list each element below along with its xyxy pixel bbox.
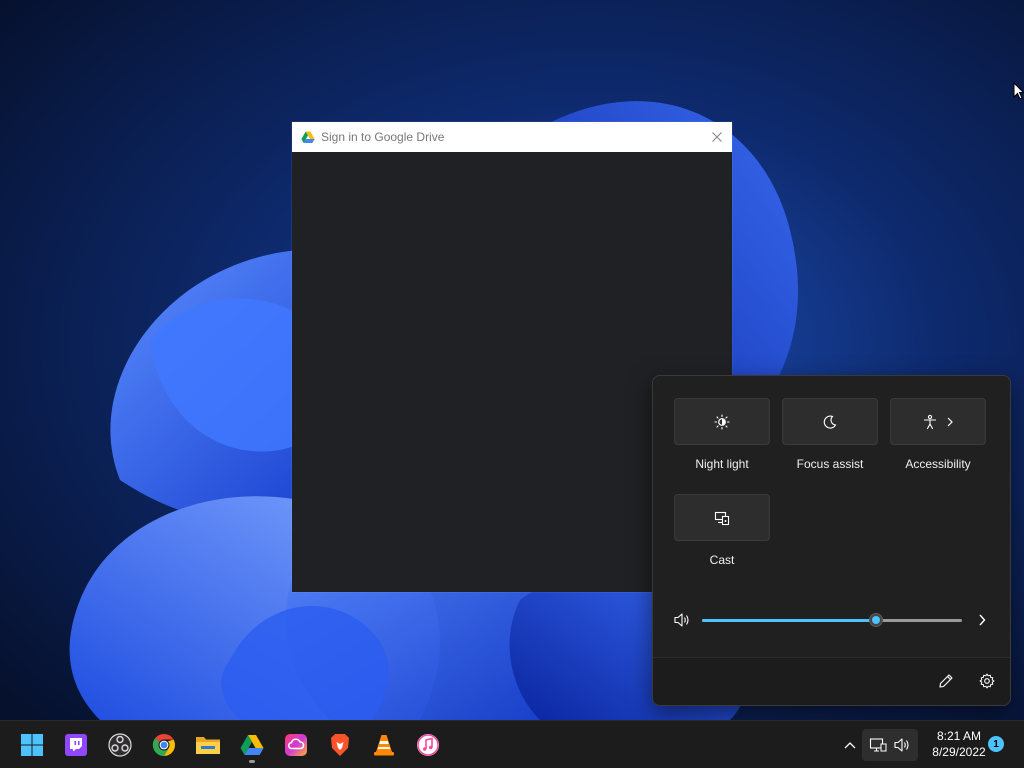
dialog-close-button[interactable] [702,122,732,152]
accessibility-icon [923,414,937,429]
taskbar: 8:21 AM 8/29/2022 [0,720,1024,768]
mouse-cursor-icon [1013,82,1024,100]
brave-icon [331,734,349,756]
google-drive-icon [301,131,315,143]
google-drive-icon [240,735,264,755]
volume-mute-button[interactable] [670,608,694,632]
taskbar-app-itunes[interactable] [412,729,444,761]
start-button[interactable] [16,729,48,761]
running-indicator [249,760,255,763]
close-icon [712,132,722,142]
vlc-icon [374,735,394,756]
chrome-icon [152,733,175,757]
audio-output-button[interactable] [970,608,994,632]
speaker-icon [894,738,909,752]
volume-slider-track[interactable] [702,613,962,627]
notification-count-badge[interactable]: 1 [988,736,1004,752]
focus-assist-label: Focus assist [796,457,864,471]
dialog-title: Sign in to Google Drive [321,130,445,144]
volume-slider-fill [702,619,877,622]
taskbar-app-google-drive[interactable] [236,729,268,763]
accessibility-tile[interactable] [890,398,986,445]
quick-settings-footer [653,657,1010,705]
night-light-icon [714,413,730,430]
taskbar-app-brave[interactable] [324,729,356,761]
cast-icon [714,511,730,525]
all-settings-button[interactable] [975,669,999,693]
cast-label: Cast [709,553,735,567]
taskbar-app-creative-cloud[interactable] [280,729,312,761]
chevron-right-icon [979,614,986,626]
itunes-icon [417,734,439,756]
edit-quick-settings-button[interactable] [934,669,958,693]
volume-row [653,608,1010,632]
taskbar-app-file-explorer[interactable] [192,729,224,761]
night-light-label: Night light [695,457,749,471]
quick-settings-panel: Night light Focus assist Accessibility C… [652,375,1011,706]
chevron-up-icon [844,742,856,749]
creative-cloud-icon [285,734,307,756]
focus-assist-tile[interactable] [782,398,878,445]
dialog-titlebar[interactable]: Sign in to Google Drive [292,122,732,152]
tray-overflow-button[interactable] [839,729,861,761]
taskbar-app-twitch[interactable] [60,729,92,761]
speaker-icon [674,613,689,627]
accessibility-label: Accessibility [905,457,971,471]
network-volume-tray-button[interactable] [862,729,918,761]
cast-tile[interactable] [674,494,770,541]
obs-icon [108,733,132,757]
chevron-right-icon [947,417,953,426]
twitch-icon [65,734,87,756]
taskbar-app-vlc[interactable] [368,729,400,761]
network-icon [869,738,887,752]
volume-slider-thumb[interactable] [869,613,884,627]
night-light-tile[interactable] [674,398,770,445]
taskbar-app-chrome[interactable] [148,729,180,761]
gear-icon [979,673,995,689]
folder-icon [196,737,220,754]
pencil-icon [939,674,953,688]
taskbar-app-obs[interactable] [104,729,136,761]
windows-start-icon [21,734,43,756]
moon-icon [823,415,837,429]
